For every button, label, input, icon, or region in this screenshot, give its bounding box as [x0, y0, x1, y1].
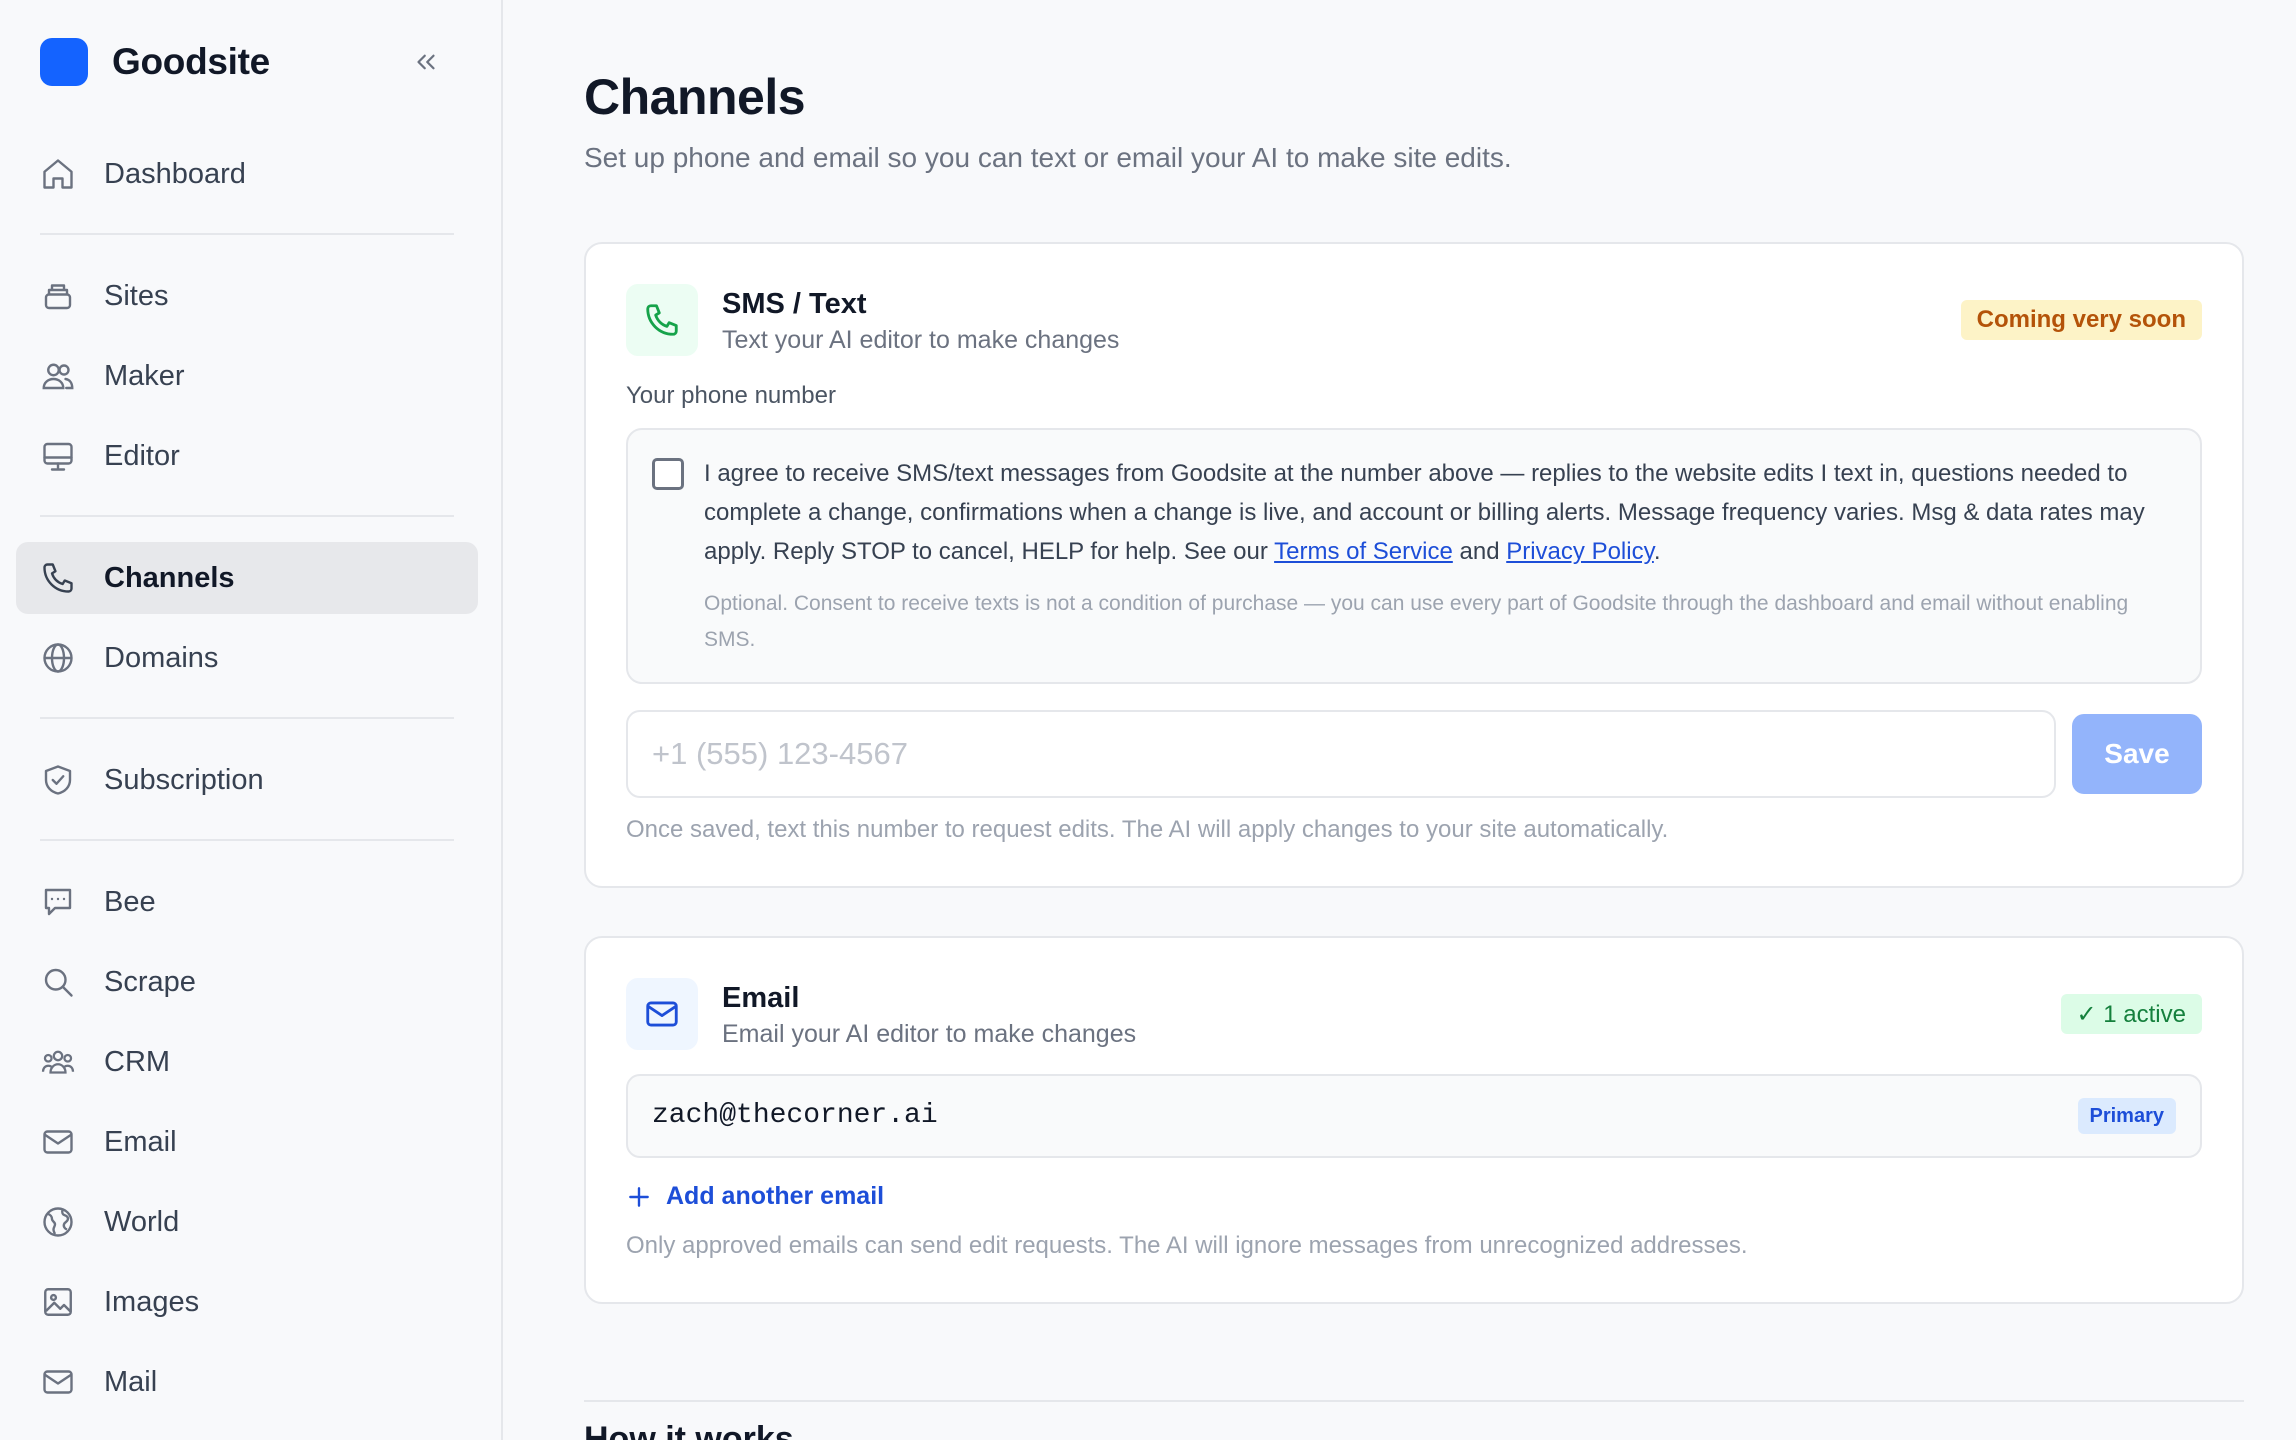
phone-number-input[interactable] — [626, 710, 2056, 798]
sidebar-item-channels[interactable]: Channels — [16, 542, 478, 614]
sidebar-item-label: Scrape — [104, 965, 196, 998]
collapse-sidebar-button[interactable] — [408, 44, 444, 80]
sidebar-item-label: Channels — [104, 561, 235, 594]
email-card-title: Email — [722, 982, 800, 1014]
brand-name: Goodsite — [112, 41, 270, 82]
users-icon — [40, 358, 76, 394]
sidebar-item-sites[interactable]: Sites — [16, 260, 478, 332]
shield-check-icon — [40, 762, 76, 798]
page-title: Channels — [584, 69, 806, 125]
sms-card-description: Text your AI editor to make changes — [722, 326, 1120, 354]
layers-icon — [40, 278, 76, 314]
primary-badge: Primary — [2077, 1098, 2176, 1134]
search-icon — [40, 964, 76, 1000]
sidebar-item-label: Maker — [104, 359, 185, 392]
sidebar: Goodsite Dashboard Sites Maker Editor Ch… — [0, 0, 503, 1440]
sidebar-item-label: CRM — [104, 1045, 171, 1078]
phone-icon — [40, 560, 76, 596]
monitor-icon — [40, 438, 76, 474]
sms-consent-checkbox[interactable] — [652, 458, 684, 490]
active-count-badge: ✓ 1 active — [2060, 994, 2202, 1034]
sidebar-item-label: Domains — [104, 641, 219, 674]
mail-icon — [646, 1001, 678, 1027]
sidebar-item-label: Images — [104, 1285, 200, 1318]
terms-of-service-link[interactable]: Terms of Service — [1274, 538, 1453, 565]
home-icon — [40, 156, 76, 192]
sidebar-item-label: Email — [104, 1125, 177, 1158]
message-icon — [40, 884, 76, 920]
sidebar-item-label: World — [104, 1205, 180, 1238]
email-card: Email Email your AI editor to make chang… — [584, 936, 2244, 1304]
sidebar-item-maker[interactable]: Maker — [16, 340, 478, 412]
phone-field-label: Your phone number — [626, 382, 836, 409]
sidebar-divider — [40, 717, 454, 719]
sidebar-divider — [40, 233, 454, 235]
sidebar-item-editor[interactable]: Editor — [16, 420, 478, 492]
email-card-description: Email your AI editor to make changes — [722, 1020, 1137, 1048]
sidebar-item-domains[interactable]: Domains — [16, 622, 478, 694]
mail-icon — [40, 1124, 76, 1160]
page-subtitle: Set up phone and email so you can text o… — [584, 142, 1512, 173]
privacy-policy-link[interactable]: Privacy Policy — [1506, 538, 1654, 565]
sidebar-item-email[interactable]: Email — [16, 1106, 478, 1178]
sms-card: SMS / Text Text your AI editor to make c… — [584, 242, 2244, 888]
sms-consent-note: Optional. Consent to receive texts is no… — [704, 592, 2129, 651]
phone-icon — [646, 304, 678, 336]
consent-text-end: . — [1653, 538, 1661, 565]
sidebar-item-subscription[interactable]: Subscription — [16, 744, 478, 816]
sidebar-divider — [40, 515, 454, 517]
globe-icon — [40, 640, 76, 676]
save-phone-button[interactable]: Save — [2072, 714, 2202, 794]
consent-text-and: and — [1452, 538, 1507, 565]
brand[interactable]: Goodsite — [40, 38, 270, 86]
sms-hint: Once saved, text this number to request … — [626, 816, 1669, 843]
section-divider — [584, 1400, 2244, 1402]
plus-icon — [629, 1186, 649, 1207]
sidebar-item-world[interactable]: World — [16, 1186, 478, 1258]
sidebar-item-dashboard[interactable]: Dashboard — [16, 138, 478, 210]
how-it-works-title: How it works — [584, 1420, 794, 1440]
email-address: zach@thecorner.ai — [652, 1100, 938, 1131]
world-icon — [40, 1204, 76, 1240]
sidebar-item-images[interactable]: Images — [16, 1266, 478, 1338]
group-icon — [40, 1044, 76, 1080]
sms-card-title: SMS / Text — [722, 288, 867, 320]
sidebar-item-label: Dashboard — [104, 157, 246, 190]
sidebar-item-label: Bee — [104, 885, 156, 918]
mail-icon — [40, 1364, 76, 1400]
email-address-row: zach@thecorner.ai Primary — [626, 1074, 2202, 1158]
sidebar-item-crm[interactable]: CRM — [16, 1026, 478, 1098]
sidebar-divider — [40, 839, 454, 841]
sms-consent-text: I agree to receive SMS/text messages fro… — [704, 454, 2184, 571]
email-card-icon — [626, 978, 698, 1050]
sidebar-item-label: Subscription — [104, 763, 264, 796]
double-chevron-left-icon — [417, 54, 435, 70]
sidebar-item-mail[interactable]: Mail — [16, 1346, 478, 1418]
add-email-label: Add another email — [666, 1182, 885, 1210]
image-icon — [40, 1284, 76, 1320]
sms-consent-box: I agree to receive SMS/text messages fro… — [626, 428, 2202, 684]
email-hint: Only approved emails can send edit reque… — [626, 1232, 1748, 1259]
add-email-button[interactable]: Add another email — [626, 1182, 884, 1211]
coming-soon-badge: Coming very soon — [1960, 300, 2202, 340]
sidebar-item-label: Mail — [104, 1365, 158, 1398]
sidebar-item-label: Editor — [104, 439, 180, 472]
brand-logo — [40, 38, 88, 86]
sidebar-item-bee[interactable]: Bee — [16, 866, 478, 938]
sms-card-icon — [626, 284, 698, 356]
sidebar-item-label: Sites — [104, 279, 169, 312]
sidebar-item-scrape[interactable]: Scrape — [16, 946, 478, 1018]
